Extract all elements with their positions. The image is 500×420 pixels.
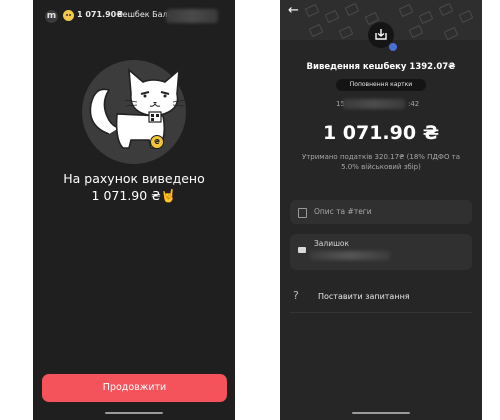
hryvnia-coin-icon: ₴ xyxy=(150,135,164,149)
account-avatar[interactable]: m xyxy=(45,10,58,23)
cat-illustration xyxy=(89,68,186,149)
description-placeholder: Опис та #теги xyxy=(314,207,372,216)
tax-note: Утримано податків 320.17₴ (18% ПДФО та 5… xyxy=(301,153,461,171)
redacted-balance xyxy=(310,251,390,260)
withdrawn-line-1: На рахунок виведено xyxy=(63,171,205,186)
balance-label: Залишок xyxy=(314,239,350,248)
home-indicator[interactable] xyxy=(352,412,410,414)
category-pill[interactable]: Поповнення картки xyxy=(336,79,426,91)
transaction-amount: 1 071.90 ₴ xyxy=(322,122,440,144)
question-icon: ? xyxy=(293,289,299,302)
continue-button[interactable]: Продовжити xyxy=(42,374,227,402)
redacted-area xyxy=(166,9,218,23)
wallet-icon xyxy=(298,247,306,253)
bank-badge-icon xyxy=(388,42,398,52)
redacted-date xyxy=(343,99,405,109)
time-suffix: :42 xyxy=(408,100,420,108)
transaction-title: Виведення кешбеку 1392.07₴ xyxy=(306,62,456,72)
back-arrow-icon[interactable]: ← xyxy=(288,3,299,18)
withdrawn-message: На рахунок виведено 1 071.90 ₴🤘 xyxy=(33,170,235,204)
right-screen: ← Виведення кешбеку 1392.07₴ Поповнення … xyxy=(280,0,482,420)
divider xyxy=(290,312,472,313)
smile-emoji-icon xyxy=(63,10,74,21)
left-screen: m 1 071.90₴ Кешбек Балан ₴ На рахунок ви… xyxy=(33,0,235,420)
withdrawn-line-2: 1 071.90 ₴🤘 xyxy=(91,188,177,203)
note-icon xyxy=(298,208,307,218)
ask-question-button[interactable]: Поставити запитання xyxy=(318,292,410,301)
home-indicator[interactable] xyxy=(105,412,163,414)
